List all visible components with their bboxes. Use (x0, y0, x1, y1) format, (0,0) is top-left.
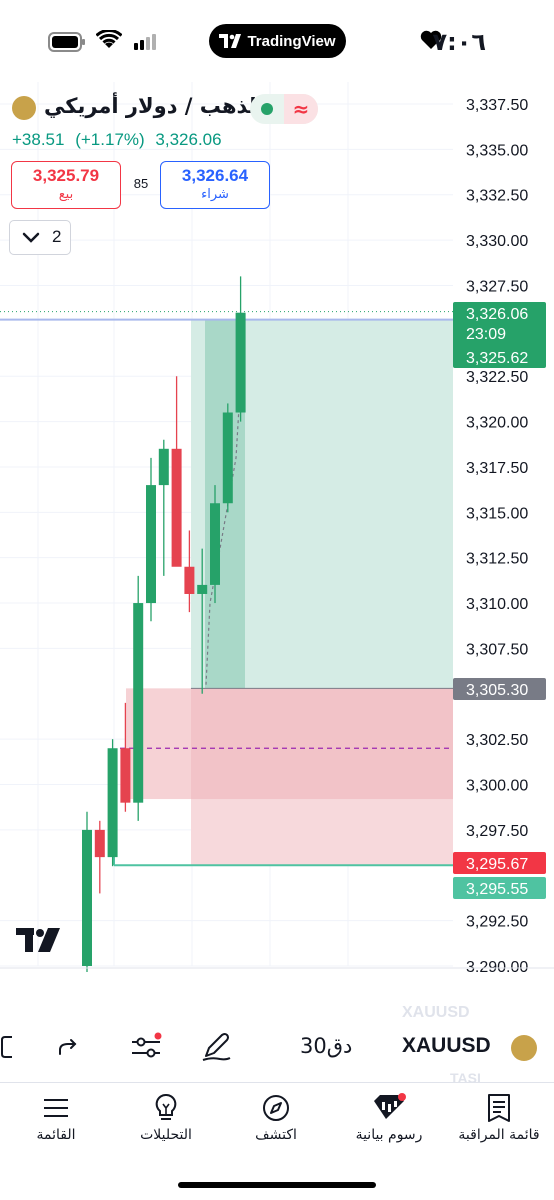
buy-button[interactable]: 3,326.64 شراء (160, 161, 270, 209)
y-tick-label: 3,335.00 (466, 142, 528, 159)
cellular-signal-icon (134, 34, 158, 54)
drawing-pen-icon[interactable] (200, 1032, 232, 1062)
wifi-icon (95, 28, 123, 54)
compass-icon (263, 1095, 289, 1121)
y-tick-label: 3,327.50 (466, 278, 528, 295)
spread-value: 85 (133, 176, 149, 191)
candle-body (107, 748, 118, 858)
nav-ideas[interactable]: التحليلات (126, 1093, 206, 1153)
candle-body (184, 566, 195, 594)
y-tick-label: 3,290.00 (466, 959, 528, 972)
app-pill-label: TradingView (247, 32, 336, 50)
y-tick-label: 3,330.00 (466, 233, 528, 250)
candle-body (210, 503, 220, 585)
candle-body (171, 448, 182, 567)
candle-body (146, 485, 156, 604)
redo-icon[interactable] (56, 1032, 80, 1062)
tradingview-logo-icon (219, 34, 242, 48)
price-label-value: 3,326.06 (466, 306, 528, 323)
symbol-selector[interactable]: XAUUSD (402, 1034, 491, 1058)
nav-charts[interactable]: رسوم بيانية (346, 1093, 432, 1153)
sell-label: بيع (58, 187, 74, 202)
chevron-down-icon (22, 232, 40, 243)
buy-price: 3,326.64 (181, 166, 249, 185)
price-label-value: 3,305.30 (466, 682, 528, 699)
watchlist-icon (488, 1094, 510, 1122)
candle-body (235, 312, 246, 413)
chart-canvas[interactable]: 3,337.50 3,335.00 3,332.50 3,330.00 3,327.50… (0, 82, 554, 972)
change-abs: +38.51 (12, 130, 65, 149)
nav-label-watchlist: قائمة المراقبة (458, 1127, 540, 1143)
nav-watchlist[interactable]: قائمة المراقبة (452, 1093, 546, 1153)
y-tick-label: 3,310.00 (466, 596, 528, 613)
buy-label: شراء (201, 187, 229, 202)
market-status-pill[interactable]: ≈ (250, 94, 318, 124)
bracket-icon[interactable] (0, 1032, 16, 1062)
change-pct: (+1.17%) (75, 130, 145, 149)
y-tick-label: 3,337.50 (466, 97, 528, 114)
price-chart[interactable]: 3,337.50 3,335.00 3,332.50 3,330.00 3,327.50… (0, 82, 554, 972)
market-open-dot-icon (261, 103, 273, 115)
approx-wave-icon: ≈ (284, 94, 318, 124)
interval-selector[interactable]: 30دق (300, 1034, 352, 1058)
quantity-value: 2 (52, 227, 62, 246)
y-tick-label: 3,292.50 (466, 914, 528, 931)
y-tick-label: 3,317.50 (466, 460, 528, 477)
nav-explore[interactable]: اكتشف (246, 1093, 306, 1153)
price-label-value: 3,295.55 (466, 881, 528, 898)
y-tick-label: 3,297.50 (466, 823, 528, 840)
home-indicator (178, 1182, 376, 1188)
nav-label-ideas: التحليلات (140, 1127, 192, 1143)
y-tick-label: 3,322.50 (466, 369, 528, 386)
y-tick-label: 3,300.00 (466, 778, 528, 795)
symbol-name[interactable]: الذهب / دولار أمريكي (44, 94, 264, 118)
candle-body (120, 748, 131, 803)
nav-menu[interactable]: القائمة (26, 1093, 86, 1153)
status-bar: TradingView ٧:٠٦ (0, 0, 554, 80)
nav-label-explore: اكتشف (255, 1127, 297, 1143)
loss-zone-active (191, 688, 453, 800)
nav-label-menu: القائمة (36, 1127, 76, 1143)
battery-icon (48, 32, 86, 56)
candle-body (94, 829, 105, 858)
quantity-dropdown[interactable]: 2 (9, 220, 71, 255)
gold-symbol-icon-toolbar (511, 1035, 537, 1061)
y-tick-label: 3,302.50 (466, 732, 528, 749)
status-time: ٧:٠٦ (432, 28, 486, 56)
y-tick-label: 3,312.50 (466, 551, 528, 568)
price-label-value: 3,325.62 (466, 350, 528, 367)
tradingview-watermark-icon (16, 928, 60, 956)
indicators-icon[interactable] (130, 1032, 164, 1062)
y-tick-label: 3,315.00 (466, 505, 528, 522)
nav-label-charts: رسوم بيانية (355, 1127, 423, 1143)
candle-body (222, 412, 233, 504)
price-label-value: 3,295.67 (466, 856, 528, 873)
app-pill: TradingView (209, 24, 346, 58)
price-change-row: +38.51 (+1.17%) 3,326.06 (12, 130, 228, 150)
candle-body (82, 829, 92, 966)
candle-body (158, 448, 169, 486)
y-tick-label: 3,332.50 (466, 188, 528, 205)
y-tick-label: 3,320.00 (466, 415, 528, 432)
candle-body (133, 603, 144, 803)
price-label-countdown: 23:09 (466, 326, 506, 343)
lightbulb-icon (155, 1093, 177, 1120)
candle-body (197, 584, 208, 594)
sell-button[interactable]: 3,325.79 بيع (11, 161, 121, 209)
gold-symbol-icon (12, 96, 36, 120)
chart-candles-icon (374, 1093, 406, 1119)
y-tick-label: 3,307.50 (466, 641, 528, 658)
sell-price: 3,325.79 (32, 166, 100, 185)
menu-icon (44, 1099, 68, 1117)
last-price: 3,326.06 (155, 130, 222, 149)
